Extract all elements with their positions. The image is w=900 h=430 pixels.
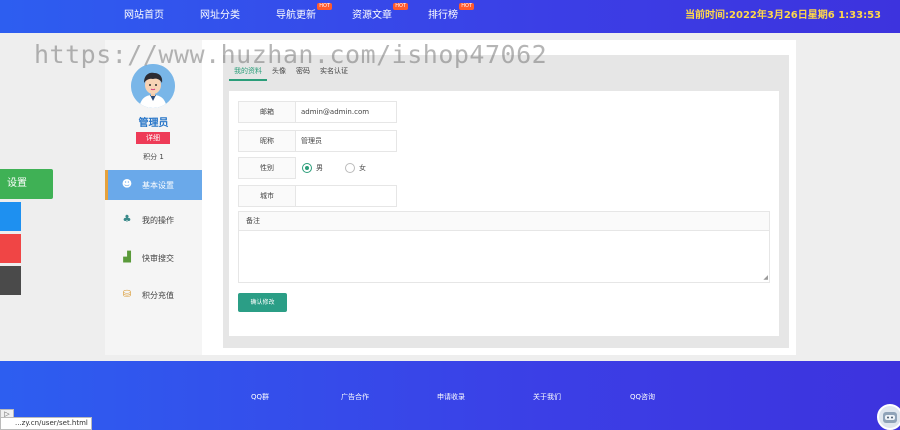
main-nav: 网站首页 网址分类 导航更新 HOT 资源文章 HOT 排行榜 HOT xyxy=(124,0,494,33)
user-name: 管理员 xyxy=(138,118,169,129)
avatar[interactable] xyxy=(131,64,175,108)
chart-icon: ▟ xyxy=(123,252,131,263)
profile-form: 邮箱 admin@admin.com 昵称 管理员 性别 男 女 城市 备注 ◢… xyxy=(229,91,779,336)
sidebar-item-label: 积分充值 xyxy=(142,290,174,300)
nickname-field[interactable]: 管理员 xyxy=(296,130,397,152)
footer-link-qq-group[interactable]: QQ群 xyxy=(251,392,269,402)
sidebar-item-label: 快审搜交 xyxy=(142,253,174,263)
email-label: 邮箱 xyxy=(238,101,296,123)
user-points: 积分 1 xyxy=(143,153,164,161)
chat-robot-icon[interactable] xyxy=(877,404,900,430)
nav-home[interactable]: 网站首页 xyxy=(124,0,164,33)
settings-float-button[interactable]: 设置 xyxy=(0,169,53,199)
nav-categories[interactable]: 网址分类 xyxy=(200,0,240,33)
user-sidebar: 管理员 详细 积分 1 ☻ 基本设置 ♣ 我的操作 ▟ 快审搜交 ⛁ 积分充值 xyxy=(105,40,202,355)
status-url-bar: ...zy.cn/user/set.html xyxy=(0,417,92,430)
float-button-blue[interactable] xyxy=(0,202,21,231)
nav-ranking[interactable]: 排行榜 HOT xyxy=(428,0,474,33)
footer-link-ads[interactable]: 广告合作 xyxy=(341,392,369,402)
footer-link-submit-site[interactable]: 申请收录 xyxy=(437,392,465,402)
gender-label: 性别 xyxy=(238,157,296,179)
nickname-label: 昵称 xyxy=(238,130,296,152)
remark-textarea[interactable]: ◢ xyxy=(238,230,770,283)
city-field[interactable] xyxy=(296,185,397,207)
nav-articles[interactable]: 资源文章 HOT xyxy=(352,0,408,33)
city-row: 城市 xyxy=(238,185,397,207)
footer-link-about[interactable]: 关于我们 xyxy=(533,392,561,402)
nav-updates-label: 导航更新 xyxy=(276,10,316,21)
nav-home-label: 网站首页 xyxy=(124,10,164,21)
submit-button[interactable]: 确认修改 xyxy=(238,293,287,312)
footer-link-qq-consult[interactable]: QQ咨询 xyxy=(630,392,655,402)
radio-unchecked-icon xyxy=(345,163,355,173)
nav-ranking-label: 排行榜 xyxy=(428,10,458,21)
footer: QQ群 广告合作 申请收录 关于我们 QQ咨询 xyxy=(0,361,900,430)
gift-icon: ♣ xyxy=(122,214,132,225)
gender-female-label: 女 xyxy=(359,164,366,172)
float-button-dark[interactable] xyxy=(0,266,21,295)
sidebar-item-points-recharge[interactable]: ⛁ 积分充值 xyxy=(105,280,202,310)
current-time: 当前时间:2022年3月26日星期6 1:33:53 xyxy=(685,10,881,21)
hot-badge: HOT xyxy=(317,3,332,10)
avatar-person-icon xyxy=(131,64,175,108)
details-button[interactable]: 详细 xyxy=(136,132,170,144)
sidebar-item-label: 基本设置 xyxy=(142,180,174,190)
hot-badge: HOT xyxy=(459,3,474,10)
profile-panel: 我的资料 头像 密码 实名认证 邮箱 admin@admin.com 昵称 管理… xyxy=(223,55,789,348)
gender-male-label: 男 xyxy=(316,164,323,172)
hot-badge: HOT xyxy=(393,3,408,10)
resize-grip-icon[interactable]: ◢ xyxy=(763,275,768,281)
nickname-row: 昵称 管理员 xyxy=(238,130,397,152)
user-center: 管理员 详细 积分 1 ☻ 基本设置 ♣ 我的操作 ▟ 快审搜交 ⛁ 积分充值 … xyxy=(105,40,796,355)
sidebar-item-basic-settings[interactable]: ☻ 基本设置 xyxy=(105,170,202,200)
watermark: https://www.huzhan.com/ishop47062 xyxy=(34,40,548,69)
email-row: 邮箱 admin@admin.com xyxy=(238,101,397,123)
email-field[interactable]: admin@admin.com xyxy=(296,101,397,123)
gender-female-radio[interactable]: 女 xyxy=(345,157,366,179)
gender-male-radio[interactable]: 男 xyxy=(302,157,323,179)
robot-face-icon xyxy=(883,412,897,423)
nav-categories-label: 网址分类 xyxy=(200,10,240,21)
gender-row: 性别 男 女 xyxy=(238,157,382,179)
avatar-settings-icon: ☻ xyxy=(121,179,133,190)
status-url: ...zy.cn/user/set.html xyxy=(15,419,88,427)
radio-checked-icon xyxy=(302,163,312,173)
top-navbar: 网站首页 网址分类 导航更新 HOT 资源文章 HOT 排行榜 HOT 当前时间… xyxy=(0,0,900,33)
coins-icon: ⛁ xyxy=(122,289,132,300)
sidebar-item-my-actions[interactable]: ♣ 我的操作 xyxy=(105,205,202,235)
remark-label: 备注 xyxy=(238,211,770,231)
sidebar-item-fast-review[interactable]: ▟ 快审搜交 xyxy=(105,243,202,273)
float-button-red[interactable] xyxy=(0,234,21,263)
nav-updates[interactable]: 导航更新 HOT xyxy=(276,0,332,33)
city-label: 城市 xyxy=(238,185,296,207)
sidebar-item-label: 我的操作 xyxy=(142,215,174,225)
nav-articles-label: 资源文章 xyxy=(352,10,392,21)
